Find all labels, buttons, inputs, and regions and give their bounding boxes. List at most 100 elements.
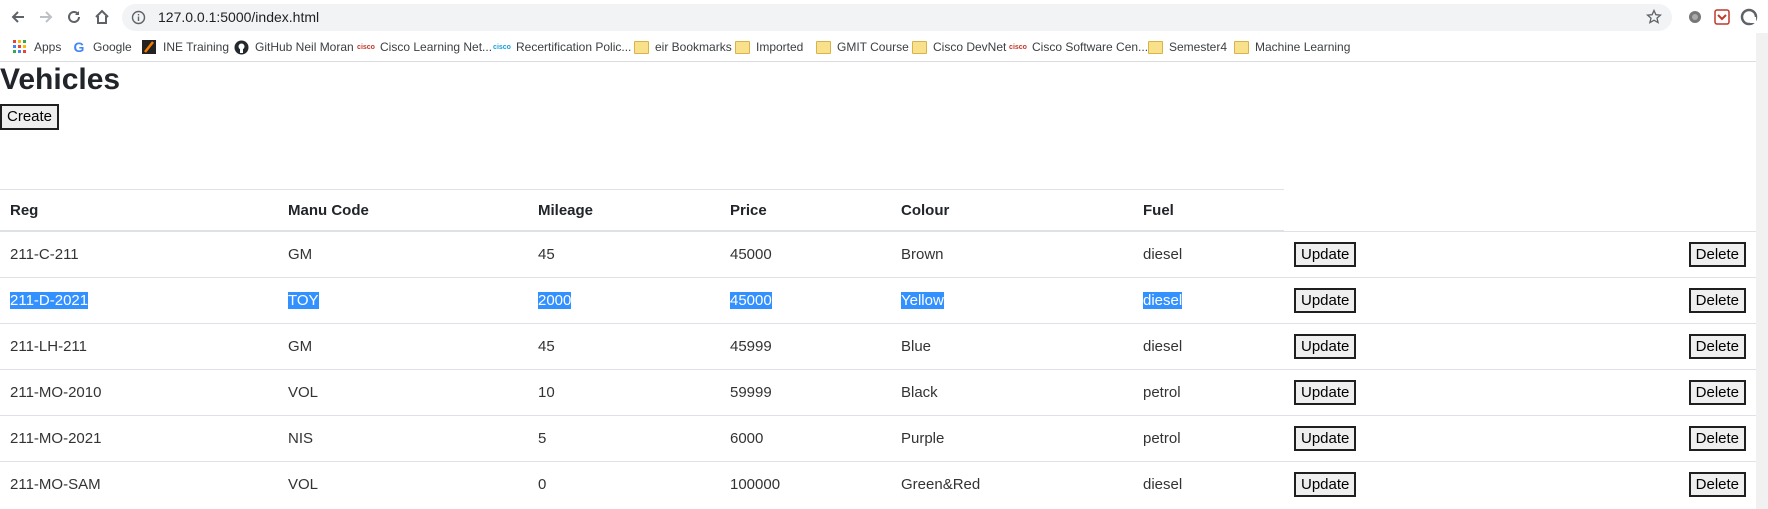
home-icon[interactable] [90, 5, 114, 29]
cell-colour: Brown [891, 230, 1133, 278]
cell-price-text: 59999 [730, 384, 772, 401]
back-arrow-icon[interactable] [6, 5, 30, 29]
cell-delete: Delete [1491, 230, 1756, 278]
delete-button[interactable]: Delete [1688, 380, 1746, 405]
update-button[interactable]: Update [1294, 241, 1357, 267]
cell-price: 45000 [720, 277, 891, 324]
cell-manu-text: NIS [288, 430, 314, 447]
cell-fuel-text: petrol [1143, 430, 1181, 447]
create-button[interactable]: Create [0, 104, 60, 130]
cell-update: Update [1284, 323, 1491, 370]
cell-fuel: diesel [1133, 461, 1284, 507]
cisco-icon: cisco [493, 43, 511, 51]
delete-button[interactable]: Delete [1688, 334, 1746, 359]
delete-button[interactable]: Delete [1688, 241, 1746, 267]
cell-colour-text: Brown [901, 246, 944, 263]
cell-fuel-text: diesel [1143, 292, 1183, 309]
bookmark-gmit-course[interactable]: GMIT Course [815, 38, 909, 56]
cell-mileage-text: 10 [538, 384, 555, 401]
bookmark-google[interactable]: G Google [71, 38, 132, 56]
cell-manu-text: GM [288, 338, 313, 355]
table-row: 211-MO-2010 VOL 10 59999 Black petrol Update De… [0, 369, 1756, 416]
cell-price: 45000 [720, 230, 891, 278]
bookmark-label: Apps [34, 40, 62, 54]
bookmark-machine-learning[interactable]: Machine Learning [1233, 38, 1350, 56]
delete-button[interactable]: Delete [1688, 472, 1746, 497]
cell-colour: Purple [891, 415, 1133, 462]
column-header-manu-code: Manu Code [278, 190, 528, 232]
bookmark-semester4[interactable]: Semester4 [1147, 38, 1227, 56]
delete-button[interactable]: Delete [1688, 288, 1746, 313]
bookmark-apps[interactable]: Apps [12, 38, 61, 56]
github-icon [233, 39, 249, 55]
column-header-mileage: Mileage [528, 190, 720, 232]
update-button[interactable]: Update [1294, 426, 1357, 451]
cell-colour-text: Yellow [901, 292, 944, 309]
cell-reg: 211-MO-SAM [0, 461, 278, 507]
cell-fuel: petrol [1133, 415, 1284, 462]
cell-colour-text: Black [901, 384, 938, 401]
bookmark-star-icon[interactable] [1645, 8, 1663, 30]
cell-update: Update [1284, 230, 1491, 278]
profile-icon[interactable] [1740, 8, 1758, 26]
cell-update: Update [1284, 415, 1491, 462]
bookmark-label: GMIT Course [837, 40, 909, 54]
bookmark-label: Recertification Polic... [516, 40, 632, 54]
update-button[interactable]: Update [1294, 334, 1357, 359]
vehicles-table: Reg Manu Code Mileage Price Colour Fuel … [0, 190, 1756, 507]
cell-reg-text: 211-MO-2010 [10, 384, 102, 401]
forward-arrow-icon[interactable] [34, 5, 58, 29]
folder-icon [633, 39, 649, 55]
bookmark-label: eir Bookmarks [655, 40, 732, 54]
pocket-extension-icon[interactable] [1713, 8, 1731, 26]
page-title: Vehicles [0, 63, 121, 96]
update-button[interactable]: Update [1294, 472, 1357, 497]
cell-mileage: 45 [528, 230, 720, 278]
ine-icon [141, 39, 157, 55]
table-row: 211-C-211 GM 45 45000 Brown diesel Update Delet… [0, 230, 1756, 278]
bookmark-label: Machine Learning [1255, 40, 1351, 54]
info-icon[interactable] [131, 10, 146, 30]
vertical-scrollbar[interactable] [1756, 33, 1768, 509]
bookmark-cisco-devnet[interactable]: Cisco DevNet [911, 38, 1006, 56]
extension-circle-icon[interactable] [1686, 8, 1704, 26]
cell-delete: Delete [1491, 461, 1756, 507]
cell-price-text: 45000 [730, 292, 772, 309]
cell-manu-text: TOY [288, 292, 319, 309]
cisco-icon: cisco [357, 43, 375, 51]
bookmark-recertification[interactable]: cisco Recertification Polic... [493, 38, 632, 56]
cell-price: 59999 [720, 369, 891, 416]
bookmark-eir[interactable]: eir Bookmarks [633, 38, 732, 56]
bookmark-ine-training[interactable]: INE Training [141, 38, 229, 56]
cell-reg: 211-C-211 [0, 230, 278, 278]
cell-fuel-text: petrol [1143, 384, 1181, 401]
column-header-price: Price [720, 190, 891, 232]
bookmark-cisco-learning[interactable]: cisco Cisco Learning Net... [357, 38, 492, 56]
url-text[interactable]: 127.0.0.1:5000/index.html [158, 9, 319, 25]
cell-mileage-text: 45 [538, 338, 555, 355]
cell-mileage-text: 2000 [538, 292, 572, 309]
cell-mileage-text: 5 [538, 430, 547, 447]
update-button[interactable]: Update [1294, 380, 1357, 405]
apps-grid-icon [12, 39, 28, 55]
cell-reg-text: 211-MO-SAM [10, 476, 101, 493]
cell-manu-text: GM [288, 246, 313, 263]
cell-colour: Blue [891, 323, 1133, 370]
bookmark-label: Cisco DevNet [933, 40, 1007, 54]
reload-icon[interactable] [62, 5, 86, 29]
cell-fuel: diesel [1133, 277, 1284, 324]
bookmark-imported[interactable]: Imported [734, 38, 803, 56]
bookmark-github[interactable]: GitHub Neil Moran [233, 38, 354, 56]
cell-reg: 211-D-2021 [0, 277, 278, 324]
address-bar[interactable]: 127.0.0.1:5000/index.html [122, 4, 1672, 31]
column-header-fuel: Fuel [1133, 190, 1284, 232]
bookmark-label: Google [93, 40, 132, 54]
bookmark-cisco-software[interactable]: cisco Cisco Software Cen... [1009, 38, 1148, 56]
cell-mileage: 2000 [528, 277, 720, 324]
delete-button[interactable]: Delete [1688, 426, 1746, 451]
cell-manu: NIS [278, 415, 528, 462]
column-header-delete [1491, 190, 1756, 231]
update-button[interactable]: Update [1294, 288, 1357, 313]
cell-colour: Yellow [891, 277, 1133, 324]
cell-delete: Delete [1491, 323, 1756, 370]
